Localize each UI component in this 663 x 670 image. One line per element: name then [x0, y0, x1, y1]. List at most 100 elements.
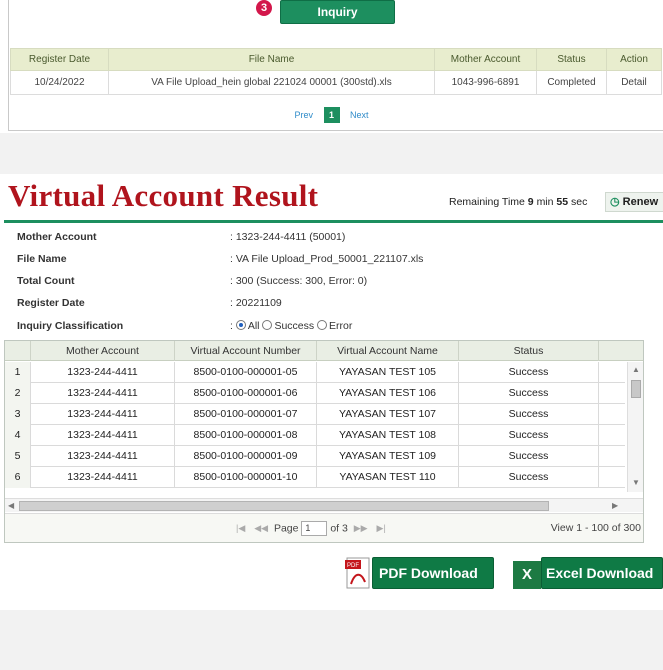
radio-all-label: All: [247, 320, 260, 332]
step-badge: 3: [256, 0, 272, 16]
prev-page-icon[interactable]: ◀◀: [254, 523, 268, 533]
radio-error-label: Error: [329, 320, 353, 332]
page-control: |◀ ◀◀ Page 1 of 3 ▶▶ ▶|: [233, 521, 389, 536]
hscroll-thumb[interactable]: [19, 501, 549, 511]
page-title: Virtual Account Result: [8, 178, 319, 213]
cell-mother: 1323-244-4411: [31, 362, 175, 383]
cell-status: Success: [459, 446, 599, 467]
col-action: Action: [606, 48, 662, 71]
cell-n: 5: [5, 446, 31, 467]
table-row[interactable]: 5 1323-244-4411 8500-0100-000001-09 YAYASAN…: [5, 446, 625, 467]
cell-mother: 1323-244-4411: [31, 383, 175, 404]
cell-name: YAYASAN TEST 105: [317, 362, 459, 383]
cell-mother: 1323-244-4411: [31, 425, 175, 446]
cell-name: YAYASAN TEST 107: [317, 404, 459, 425]
col-mother-account: Mother Account: [434, 48, 537, 71]
pdf-icon[interactable]: PDF: [343, 556, 373, 590]
info-value: : 20221109: [230, 297, 282, 309]
remaining-seconds: 55: [556, 196, 569, 208]
cell-mother: 1323-244-4411: [31, 404, 175, 425]
virtual-account-result-panel: Virtual Account Result Remaining Time 9 …: [0, 174, 663, 610]
excel-download-button[interactable]: Excel Download: [541, 557, 663, 589]
sec-label: sec: [571, 196, 588, 208]
cell-va: 8500-0100-000001-10: [175, 467, 317, 488]
info-label: Register Date: [17, 297, 85, 309]
col-status: Status: [459, 341, 599, 361]
upload-history-table: Register Date File Name Mother Account S…: [10, 48, 662, 95]
scroll-right-icon[interactable]: ▶: [612, 501, 618, 510]
register-date-cell: 10/24/2022: [10, 70, 109, 95]
col-file-name: File Name: [108, 48, 435, 71]
detail-link[interactable]: Detail: [606, 70, 662, 95]
min-label: min: [536, 196, 554, 208]
cell-n: 4: [5, 425, 31, 446]
scroll-down-icon[interactable]: ▼: [632, 478, 640, 487]
cell-mother: 1323-244-4411: [31, 467, 175, 488]
vertical-scrollbar[interactable]: ▲ ▼: [627, 362, 643, 492]
cell-va: 8500-0100-000001-05: [175, 362, 317, 383]
table-row[interactable]: 6 1323-244-4411 8500-0100-000001-10 YAYASAN…: [5, 467, 625, 488]
result-grid: Mother Account Virtual Account Number Vi…: [4, 340, 644, 543]
info-label: Mother Account: [17, 231, 97, 243]
status-cell: Completed: [536, 70, 607, 95]
cell-va: 8500-0100-000001-07: [175, 404, 317, 425]
scroll-left-icon[interactable]: ◀: [8, 501, 14, 510]
cell-n: 6: [5, 467, 31, 488]
colon: :: [230, 320, 236, 332]
col-va-name: Virtual Account Name: [317, 341, 459, 361]
radio-error[interactable]: [317, 320, 328, 330]
cell-n: 1: [5, 362, 31, 383]
scroll-thumb[interactable]: [631, 380, 641, 398]
renew-button[interactable]: ◷ Renew: [605, 192, 663, 212]
page-label: Page: [273, 522, 299, 535]
cell-status: Success: [459, 404, 599, 425]
title-divider: [4, 220, 663, 223]
col-register-date: Register Date: [10, 48, 109, 71]
cell-status: Success: [459, 425, 599, 446]
horizontal-scrollbar[interactable]: ◀ ▶: [5, 498, 643, 512]
info-value: : 300 (Success: 300, Error: 0): [230, 275, 368, 287]
renew-label: Renew: [622, 196, 659, 208]
last-page-icon[interactable]: ▶|: [377, 523, 386, 533]
first-page-icon[interactable]: |◀: [236, 523, 245, 533]
table-row[interactable]: 3 1323-244-4411 8500-0100-000001-07 YAYASAN…: [5, 404, 625, 425]
table-row[interactable]: 4 1323-244-4411 8500-0100-000001-08 YAYASAN…: [5, 425, 625, 446]
radio-success-label: Success: [274, 320, 315, 332]
table-row[interactable]: 1 1323-244-4411 8500-0100-000001-05 YAYASAN…: [5, 362, 625, 383]
cell-n: 2: [5, 383, 31, 404]
prev-page-link[interactable]: Prev: [294, 110, 313, 120]
next-page-icon[interactable]: ▶▶: [354, 523, 368, 533]
remaining-minutes: 9: [527, 196, 534, 208]
upload-history-panel: 3 Inquiry Register Date File Name Mother…: [0, 0, 663, 133]
pdf-download-button[interactable]: PDF Download: [372, 557, 494, 589]
upload-pager: Prev 1 Next: [0, 107, 663, 123]
grid-header: Mother Account Virtual Account Number Vi…: [5, 341, 643, 361]
grid-pager: |◀ ◀◀ Page 1 of 3 ▶▶ ▶| View 1 - 100 of …: [5, 513, 643, 542]
cell-status: Success: [459, 467, 599, 488]
mother-account-cell: 1043-996-6891: [434, 70, 537, 95]
col-row-number: [5, 341, 31, 361]
radio-all[interactable]: [235, 320, 246, 330]
cell-status: Success: [459, 383, 599, 404]
table-row: 10/24/2022 VA File Upload_hein global 22…: [10, 70, 662, 95]
current-page-button[interactable]: 1: [323, 107, 340, 123]
cell-name: YAYASAN TEST 108: [317, 425, 459, 446]
radio-success[interactable]: [262, 320, 273, 330]
excel-icon[interactable]: X: [512, 560, 542, 590]
remaining-label: Remaining Time: [449, 196, 525, 208]
clock-icon: ◷: [610, 196, 620, 208]
next-page-link[interactable]: Next: [350, 110, 369, 120]
of-pages: of 3: [330, 522, 348, 535]
table-row[interactable]: 2 1323-244-4411 8500-0100-000001-06 YAYASAN…: [5, 383, 625, 404]
page-input[interactable]: 1: [301, 521, 328, 536]
inquiry-button[interactable]: Inquiry: [280, 0, 395, 24]
cell-name: YAYASAN TEST 106: [317, 383, 459, 404]
scroll-up-icon[interactable]: ▲: [632, 365, 640, 374]
cell-va: 8500-0100-000001-06: [175, 383, 317, 404]
cell-name: YAYASAN TEST 109: [317, 446, 459, 467]
pdf-icon-text: PDF: [347, 563, 359, 569]
info-value: : 1323-244-4411 (50001): [230, 231, 346, 243]
col-mother-account: Mother Account: [31, 341, 175, 361]
col-va-number: Virtual Account Number: [175, 341, 317, 361]
classification-radio-group: : All Success Error: [230, 320, 352, 332]
